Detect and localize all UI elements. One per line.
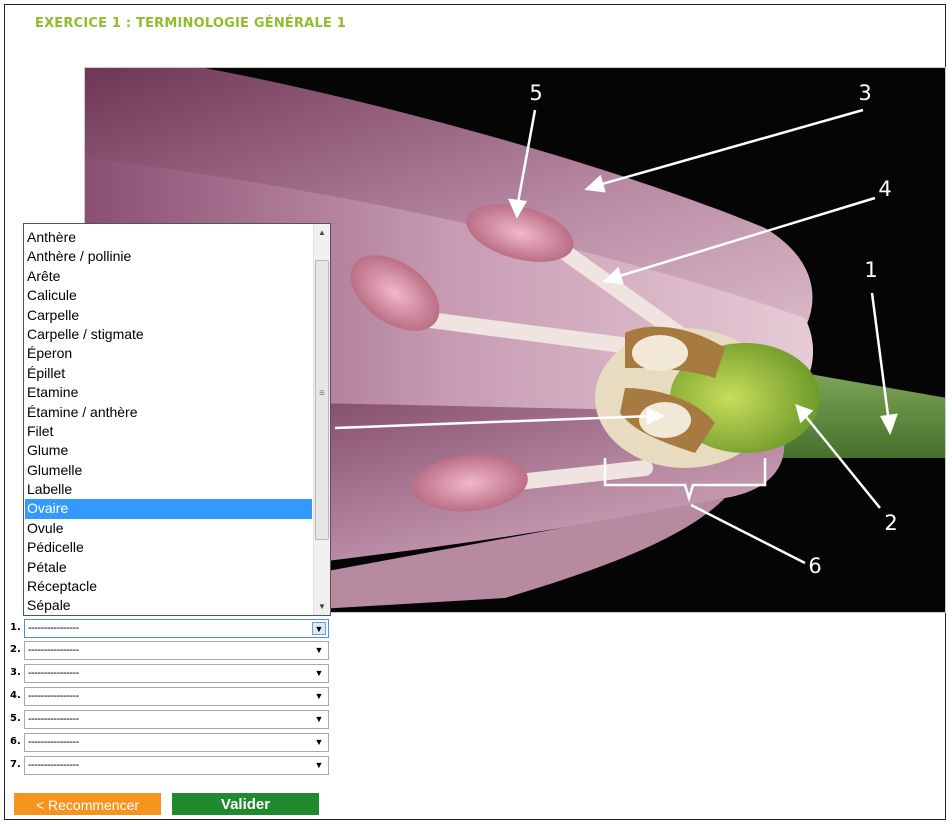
- option-eperon[interactable]: Éperon: [25, 344, 312, 363]
- grip-icon: ≡: [319, 388, 325, 399]
- option-anthere-pollinie[interactable]: Anthère / pollinie: [25, 247, 312, 266]
- dropdown-options: Anthère Anthère / pollinie Arête Calicul…: [25, 228, 312, 615]
- option-petale[interactable]: Pétale: [25, 558, 312, 577]
- option-carpelle-stigmate[interactable]: Carpelle / stigmate: [25, 325, 312, 344]
- option-etamine[interactable]: Etamine: [25, 383, 312, 402]
- answer-number: 5.: [10, 713, 21, 724]
- dropdown-list[interactable]: Anthère Anthère / pollinie Arête Calicul…: [23, 223, 331, 616]
- option-glumelle[interactable]: Glumelle: [25, 461, 312, 480]
- diagram-label-4: 4: [878, 177, 891, 201]
- diagram-label-3: 3: [858, 81, 871, 105]
- answer-select-6[interactable]: ---------------- ▼: [24, 733, 329, 752]
- diagram-label-6: 6: [808, 554, 821, 578]
- select-value: ----------------: [28, 736, 79, 748]
- answer-select-7[interactable]: ---------------- ▼: [24, 756, 329, 775]
- answer-number: 6.: [10, 736, 21, 747]
- select-value: ----------------: [28, 713, 79, 725]
- option-pedicelle[interactable]: Pédicelle: [25, 538, 312, 557]
- diagram-label-5: 5: [529, 81, 542, 105]
- select-value: ----------------: [28, 667, 79, 679]
- option-sepale[interactable]: Sépale: [25, 596, 312, 615]
- chevron-down-icon[interactable]: ▼: [312, 667, 326, 680]
- answer-number: 4.: [10, 690, 21, 701]
- answer-select-1[interactable]: ---------------- ▼: [24, 619, 329, 638]
- dropdown-scrollbar[interactable]: ▲ ≡ ▼: [313, 224, 330, 615]
- scroll-down-icon[interactable]: ▼: [314, 598, 330, 615]
- option-receptacle[interactable]: Réceptacle: [25, 577, 312, 596]
- chevron-down-icon[interactable]: ▼: [312, 759, 326, 772]
- select-value: ----------------: [28, 759, 79, 771]
- scroll-up-icon[interactable]: ▲: [314, 224, 330, 241]
- chevron-down-icon[interactable]: ▼: [312, 644, 326, 657]
- select-value: ----------------: [28, 690, 79, 702]
- option-calicule[interactable]: Calicule: [25, 286, 312, 305]
- answer-number: 7.: [10, 759, 21, 770]
- diagram-label-1: 1: [864, 258, 877, 282]
- chevron-down-icon[interactable]: ▼: [312, 713, 326, 726]
- select-value: ----------------: [28, 644, 79, 656]
- option-ovule[interactable]: Ovule: [25, 519, 312, 538]
- option-antere[interactable]: Anthère: [25, 228, 312, 247]
- option-labelle[interactable]: Labelle: [25, 480, 312, 499]
- option-glume[interactable]: Glume: [25, 441, 312, 460]
- chevron-down-icon[interactable]: ▼: [312, 690, 326, 703]
- option-arete[interactable]: Arête: [25, 267, 312, 286]
- option-epillet[interactable]: Épillet: [25, 364, 312, 383]
- diagram-label-2: 2: [884, 511, 897, 535]
- answer-number: 1.: [10, 622, 21, 633]
- chevron-down-icon[interactable]: ▼: [312, 622, 326, 635]
- answer-number: 3.: [10, 667, 21, 678]
- scroll-thumb[interactable]: ≡: [315, 260, 329, 540]
- answer-select-4[interactable]: ---------------- ▼: [24, 687, 329, 706]
- select-value: ----------------: [28, 622, 79, 634]
- page-title: EXERCICE 1 : TERMINOLOGIE GÉNÉRALE 1: [35, 16, 346, 31]
- option-ovaire[interactable]: Ovaire: [25, 499, 312, 519]
- option-carpelle[interactable]: Carpelle: [25, 306, 312, 325]
- answer-select-3[interactable]: ---------------- ▼: [24, 664, 329, 683]
- answer-select-2[interactable]: ---------------- ▼: [24, 641, 329, 660]
- answer-select-5[interactable]: ---------------- ▼: [24, 710, 329, 729]
- option-etamine-anthere[interactable]: Étamine / anthère: [25, 403, 312, 422]
- answer-number: 2.: [10, 644, 21, 655]
- chevron-down-icon[interactable]: ▼: [312, 736, 326, 749]
- option-filet[interactable]: Filet: [25, 422, 312, 441]
- validate-button[interactable]: Valider: [172, 793, 319, 815]
- restart-button[interactable]: < Recommencer: [14, 793, 161, 815]
